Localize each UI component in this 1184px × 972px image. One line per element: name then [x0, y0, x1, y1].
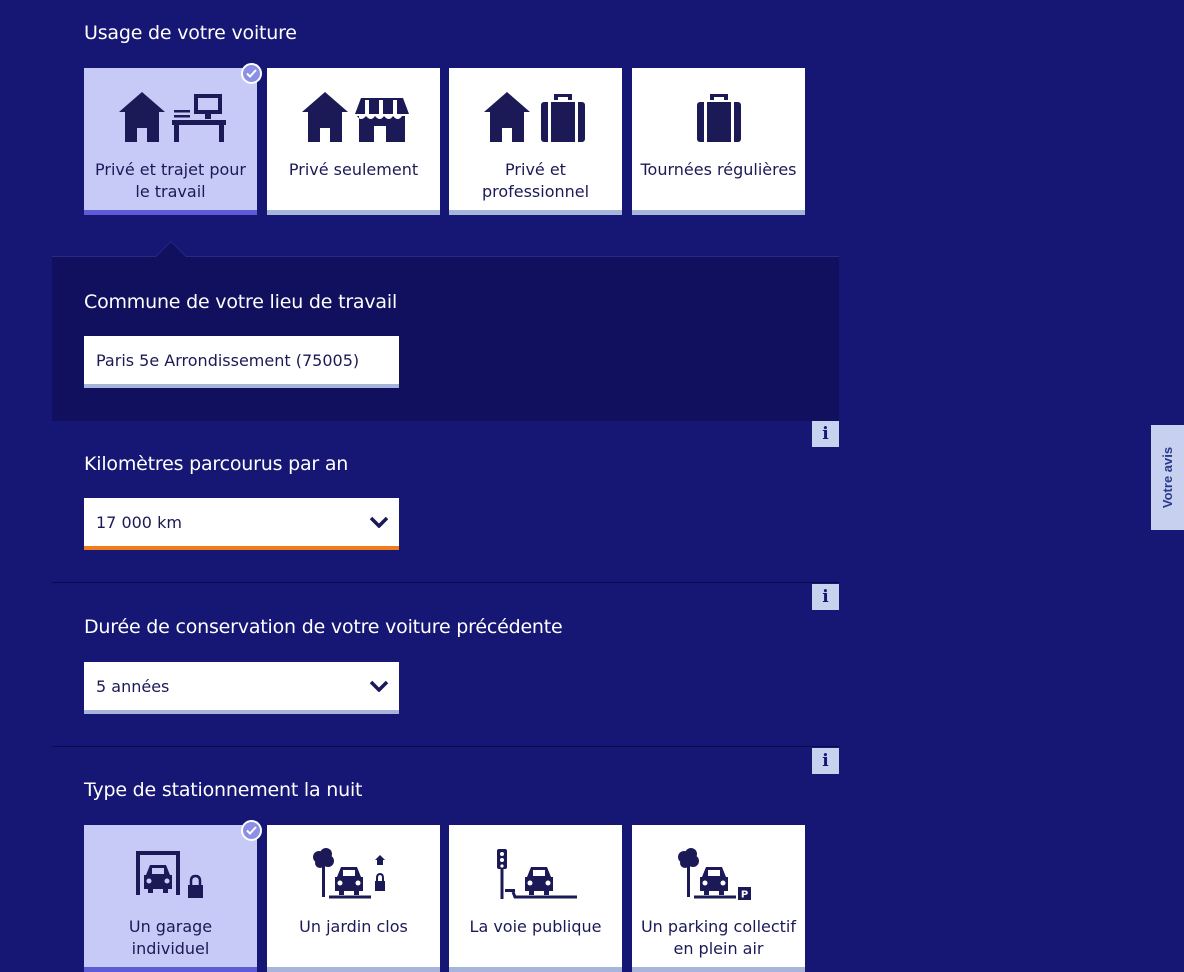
check-icon: [241, 820, 262, 841]
parking-option-outdoor-collective[interactable]: P Un parking collectif en plein air: [632, 825, 805, 972]
previous-car-title: Durée de conservation de votre voiture p…: [84, 616, 563, 638]
usage-option-private-professional[interactable]: Privé et professionnel: [449, 68, 622, 215]
outdoor-parking-icon: P: [632, 843, 805, 903]
usage-option-regular-rounds[interactable]: Tournées régulières: [632, 68, 805, 215]
workplace-input-value: Paris 5e Arrondissement (75005): [96, 350, 360, 370]
usage-option-private-commute[interactable]: Privé et trajet pour le travail: [84, 63, 262, 215]
workplace-title: Commune de votre lieu de travail: [84, 291, 398, 313]
usage-option-label: Tournées régulières: [640, 160, 797, 179]
section-divider: [52, 582, 839, 583]
workplace-input[interactable]: Paris 5e Arrondissement (75005): [84, 336, 399, 388]
parking-option-label: Un garage individuel: [128, 917, 213, 958]
house-briefcase-icon: [449, 86, 622, 146]
parking-option-label: Un jardin clos: [299, 917, 408, 936]
usage-option-label: Privé seulement: [288, 160, 419, 179]
previous-car-info-button[interactable]: i: [812, 584, 839, 610]
chevron-down-icon: [359, 516, 399, 528]
parking-option-public-road[interactable]: La voie publique: [449, 825, 622, 972]
section-divider: [52, 746, 839, 747]
mileage-info-button[interactable]: i: [812, 421, 839, 447]
mileage-title: Kilomètres parcourus par an: [84, 453, 349, 475]
briefcase-icon: [632, 86, 805, 146]
usage-option-label: Privé et trajet pour le travail: [95, 160, 246, 201]
usage-title: Usage de votre voiture: [84, 22, 297, 44]
garage-icon: [84, 843, 257, 903]
parking-info-button[interactable]: i: [812, 748, 839, 774]
svg-text:P: P: [740, 890, 747, 901]
parking-option-closed-garden[interactable]: Un jardin clos: [267, 825, 440, 972]
house-desk-icon: [84, 86, 257, 146]
closed-garden-icon: [267, 843, 440, 903]
street-icon: [449, 843, 622, 903]
parking-title: Type de stationnement la nuit: [84, 779, 363, 801]
mileage-select-value: 17 000 km: [96, 512, 182, 532]
previous-car-select-value: 5 années: [96, 676, 170, 696]
parking-option-label: La voie publique: [469, 917, 602, 936]
feedback-tab[interactable]: Votre avis: [1151, 425, 1184, 530]
previous-car-select[interactable]: 5 années: [84, 662, 399, 714]
mileage-select[interactable]: 17 000 km: [84, 498, 399, 550]
parking-option-garage[interactable]: Un garage individuel: [84, 820, 262, 972]
usage-option-private-only[interactable]: Privé seulement: [267, 68, 440, 215]
parking-option-label: Un parking collectif en plein air: [640, 917, 797, 958]
feedback-tab-label: Votre avis: [1160, 446, 1175, 509]
panel-pointer: [155, 241, 187, 257]
check-icon: [241, 63, 262, 84]
chevron-down-icon: [359, 680, 399, 692]
usage-option-label: Privé et professionnel: [481, 160, 590, 201]
house-shop-icon: [267, 86, 440, 146]
